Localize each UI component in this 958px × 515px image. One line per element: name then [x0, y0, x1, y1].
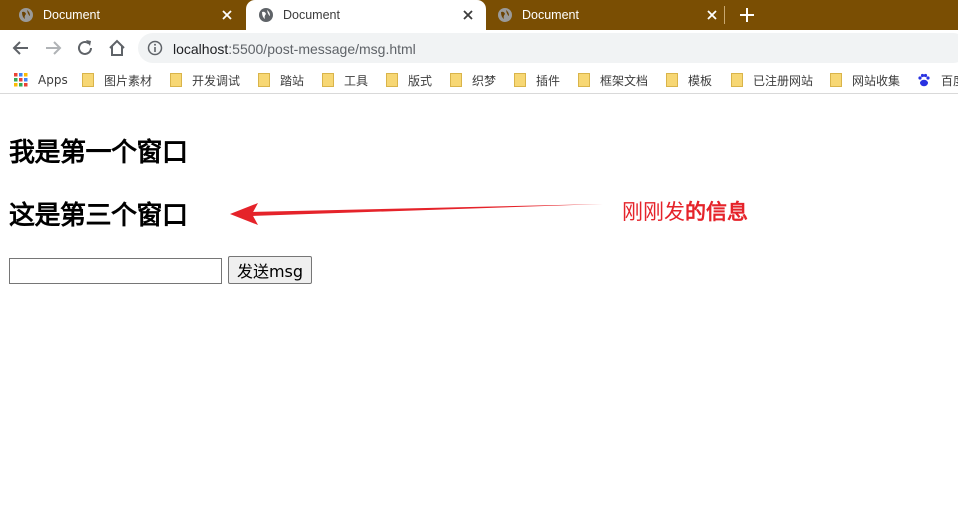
- tab-document-2[interactable]: Document: [246, 0, 486, 30]
- folder-icon: [666, 73, 678, 87]
- url-text: localhost:5500/post-message/msg.html: [173, 41, 416, 57]
- folder-icon: [514, 73, 526, 87]
- tab-document-1[interactable]: Document: [0, 0, 245, 30]
- browser-toolbar: localhost:5500/post-message/msg.html: [0, 30, 958, 66]
- tab-title: Document: [43, 8, 100, 22]
- apps-grid-icon: [14, 73, 28, 87]
- globe-icon: [259, 8, 273, 22]
- folder-icon: [830, 73, 842, 87]
- folder-icon: [82, 73, 94, 87]
- annotation-text-light: 刚刚发: [622, 200, 685, 224]
- bookmark-folder-2[interactable]: 开发调试: [170, 71, 240, 89]
- bookmark-apps[interactable]: Apps: [14, 71, 68, 89]
- tab-title: Document: [522, 8, 579, 22]
- globe-icon: [498, 8, 512, 22]
- bookmark-label: 百度: [941, 73, 958, 88]
- url-path: :5500/post-message/msg.html: [228, 41, 416, 57]
- globe-icon: [19, 8, 33, 22]
- heading-first-window: 我是第一个窗口: [9, 138, 188, 168]
- bookmark-label: 版式: [408, 73, 433, 88]
- tab-separator: [724, 6, 725, 24]
- bookmark-folder-8[interactable]: 框架文档: [578, 71, 648, 89]
- reload-icon[interactable]: [75, 38, 95, 58]
- bookmark-label: 踏站: [280, 73, 305, 88]
- arrow-shaft: [250, 204, 603, 216]
- close-icon[interactable]: [704, 7, 720, 23]
- folder-icon: [450, 73, 462, 87]
- bookmark-folder-3[interactable]: 踏站: [258, 71, 304, 89]
- bookmark-folder-6[interactable]: 织梦: [450, 71, 496, 89]
- tab-document-3[interactable]: Document: [486, 0, 726, 30]
- bookmark-folder-11[interactable]: 网站收集: [830, 71, 900, 89]
- bookmark-label: 框架文档: [600, 73, 649, 88]
- bookmark-label: 模板: [688, 73, 713, 88]
- tab-strip: Document Document Document: [0, 0, 958, 30]
- bookmark-folder-1[interactable]: 图片素材: [82, 71, 152, 89]
- annotation-label: 刚刚发的信息: [622, 196, 748, 226]
- baidu-icon: [918, 73, 930, 87]
- bookmark-folder-9[interactable]: 模板: [666, 71, 712, 89]
- info-icon[interactable]: [147, 40, 163, 56]
- folder-icon: [258, 73, 270, 87]
- forward-arrow-icon[interactable]: [43, 38, 63, 58]
- folder-icon: [578, 73, 590, 87]
- bookmark-label: 已注册网站: [753, 73, 814, 88]
- url-host: localhost: [173, 41, 229, 57]
- folder-icon: [386, 73, 398, 87]
- annotation-text-bold: 的信息: [685, 200, 748, 224]
- folder-icon: [731, 73, 743, 87]
- bookmark-label: 图片素材: [104, 73, 153, 88]
- tab-title: Document: [283, 8, 340, 22]
- send-msg-button[interactable]: 发送msg: [228, 256, 312, 284]
- folder-icon: [322, 73, 334, 87]
- close-icon[interactable]: [460, 7, 476, 23]
- page-content: 我是第一个窗口 这是第三个窗口 发送msg 刚刚发的信息: [0, 95, 958, 515]
- new-tab-icon[interactable]: [737, 5, 757, 25]
- bookmark-label: 织梦: [472, 73, 497, 88]
- bookmark-label: 插件: [536, 73, 561, 88]
- close-icon[interactable]: [219, 7, 235, 23]
- heading-received-message: 这是第三个窗口: [9, 201, 188, 231]
- address-bar[interactable]: localhost:5500/post-message/msg.html: [138, 33, 958, 63]
- bookmark-label: 网站收集: [852, 73, 901, 88]
- bookmark-folder-4[interactable]: 工具: [322, 71, 368, 89]
- bookmark-folder-10[interactable]: 已注册网站: [731, 71, 813, 89]
- bookmark-folder-5[interactable]: 版式: [386, 71, 432, 89]
- back-arrow-icon[interactable]: [11, 38, 31, 58]
- bookmark-label: Apps: [38, 73, 68, 87]
- bookmarks-bar: Apps 图片素材 开发调试 踏站 工具 版式 织梦 插件 框架文档 模板 已注…: [0, 66, 958, 94]
- bookmark-baidu[interactable]: 百度: [917, 71, 958, 89]
- bookmark-label: 工具: [344, 73, 369, 88]
- folder-icon: [170, 73, 182, 87]
- bookmark-folder-7[interactable]: 插件: [514, 71, 560, 89]
- home-icon[interactable]: [107, 38, 127, 58]
- arrow-head: [230, 203, 258, 225]
- message-input[interactable]: [9, 258, 222, 284]
- bookmark-label: 开发调试: [192, 73, 241, 88]
